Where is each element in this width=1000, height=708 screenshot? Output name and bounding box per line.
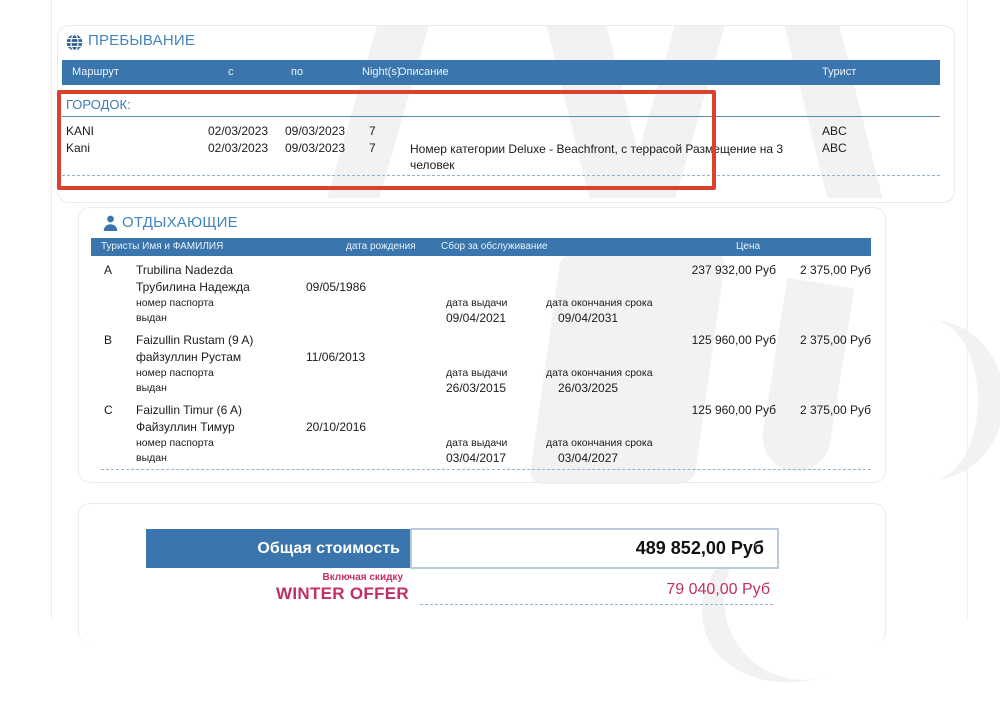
guest-letter: C — [104, 403, 113, 417]
issued-label: выдан — [136, 452, 167, 464]
guest-service-fee: 2 375,00 Руб — [711, 263, 871, 277]
guest-birth-date: 20/10/2016 — [306, 420, 366, 434]
total-label: Общая стоимость — [257, 529, 400, 568]
stay-col-tourist: Турист — [822, 60, 856, 85]
issue-date-label: дата выдачи — [446, 297, 507, 309]
stay-section-title: ПРЕБЫВАНИЕ — [88, 32, 195, 49]
guest-name-cyrillic: файзуллин Рустам — [136, 350, 241, 364]
stay-row-tourist: ABC — [822, 124, 847, 138]
stay-col-desc: Описание — [398, 60, 449, 85]
total-value: 489 852,00 Руб — [636, 530, 764, 567]
issued-label: выдан — [136, 312, 167, 324]
guests-table-header: Туристы Имя и ФАМИЛИЯ дата рождения Сбор… — [91, 238, 871, 256]
highlight-box — [57, 90, 716, 190]
guest-letter: B — [104, 333, 112, 347]
globe-icon — [66, 34, 83, 51]
passport-label: номер паспорта — [136, 367, 214, 379]
total-label-box: Общая стоимость — [146, 529, 410, 568]
page-edge-left — [51, 0, 52, 618]
guests-col-service: Сбор за обслуживание — [441, 238, 548, 256]
dotted-divider — [420, 604, 773, 605]
stay-row-tourist: ABC — [822, 141, 847, 155]
guest-service-fee: 2 375,00 Руб — [711, 403, 871, 417]
guest-issue-date: 26/03/2015 — [446, 381, 506, 395]
passport-label: номер паспорта — [136, 437, 214, 449]
stay-col-route: Маршрут — [72, 60, 119, 85]
stay-col-to: по — [291, 60, 303, 85]
stay-table-header: Маршрут с по Night(s) Описание Турист — [62, 60, 940, 85]
guest-letter: A — [104, 263, 112, 277]
totals-section: Общая стоимость 489 852,00 Руб Включая с… — [78, 503, 886, 644]
issue-date-label: дата выдачи — [446, 437, 507, 449]
issued-label: выдан — [136, 382, 167, 394]
discount-value: 79 040,00 Руб — [570, 581, 770, 599]
stay-col-nights: Night(s) — [362, 60, 401, 85]
guest-name-latin: Faizullin Rustam (9 A) — [136, 333, 253, 347]
guest-birth-date: 11/06/2013 — [306, 350, 365, 364]
stay-col-from: с — [228, 60, 234, 85]
expiry-date-label: дата окончания срока — [546, 367, 653, 379]
guest-expiry-date: 03/04/2027 — [558, 451, 618, 465]
guest-name-latin: Faizullin Timur (6 A) — [136, 403, 242, 417]
discount-name: WINTER OFFER — [159, 584, 409, 604]
guest-service-fee: 2 375,00 Руб — [711, 333, 871, 347]
person-icon — [103, 215, 118, 231]
total-value-box: 489 852,00 Руб — [410, 528, 779, 569]
guests-col-birth: дата рождения — [346, 238, 416, 256]
expiry-date-label: дата окончания срока — [546, 437, 653, 449]
passport-label: номер паспорта — [136, 297, 214, 309]
guest-expiry-date: 26/03/2025 — [558, 381, 618, 395]
guest-expiry-date: 09/04/2031 — [558, 311, 618, 325]
expiry-date-label: дата окончания срока — [546, 297, 653, 309]
guests-section: ОТДЫХАЮЩИЕ Туристы Имя и ФАМИЛИЯ дата ро… — [78, 207, 886, 483]
guests-section-title: ОТДЫХАЮЩИЕ — [122, 214, 238, 231]
guest-name-cyrillic: Трубилина Надежда — [136, 280, 250, 294]
discount-caption: Включая скидку — [203, 572, 403, 583]
guest-birth-date: 09/05/1986 — [306, 280, 366, 294]
guest-name-cyrillic: Файзуллин Тимур — [136, 420, 235, 434]
guest-issue-date: 03/04/2017 — [446, 451, 506, 465]
guests-col-name: Туристы Имя и ФАМИЛИЯ — [101, 238, 223, 256]
page-edge-right — [967, 0, 968, 618]
guest-issue-date: 09/04/2021 — [446, 311, 506, 325]
dotted-divider — [101, 469, 871, 470]
issue-date-label: дата выдачи — [446, 367, 507, 379]
guests-col-price: Цена — [736, 238, 760, 256]
guest-name-latin: Trubilina Nadezda — [136, 263, 233, 277]
